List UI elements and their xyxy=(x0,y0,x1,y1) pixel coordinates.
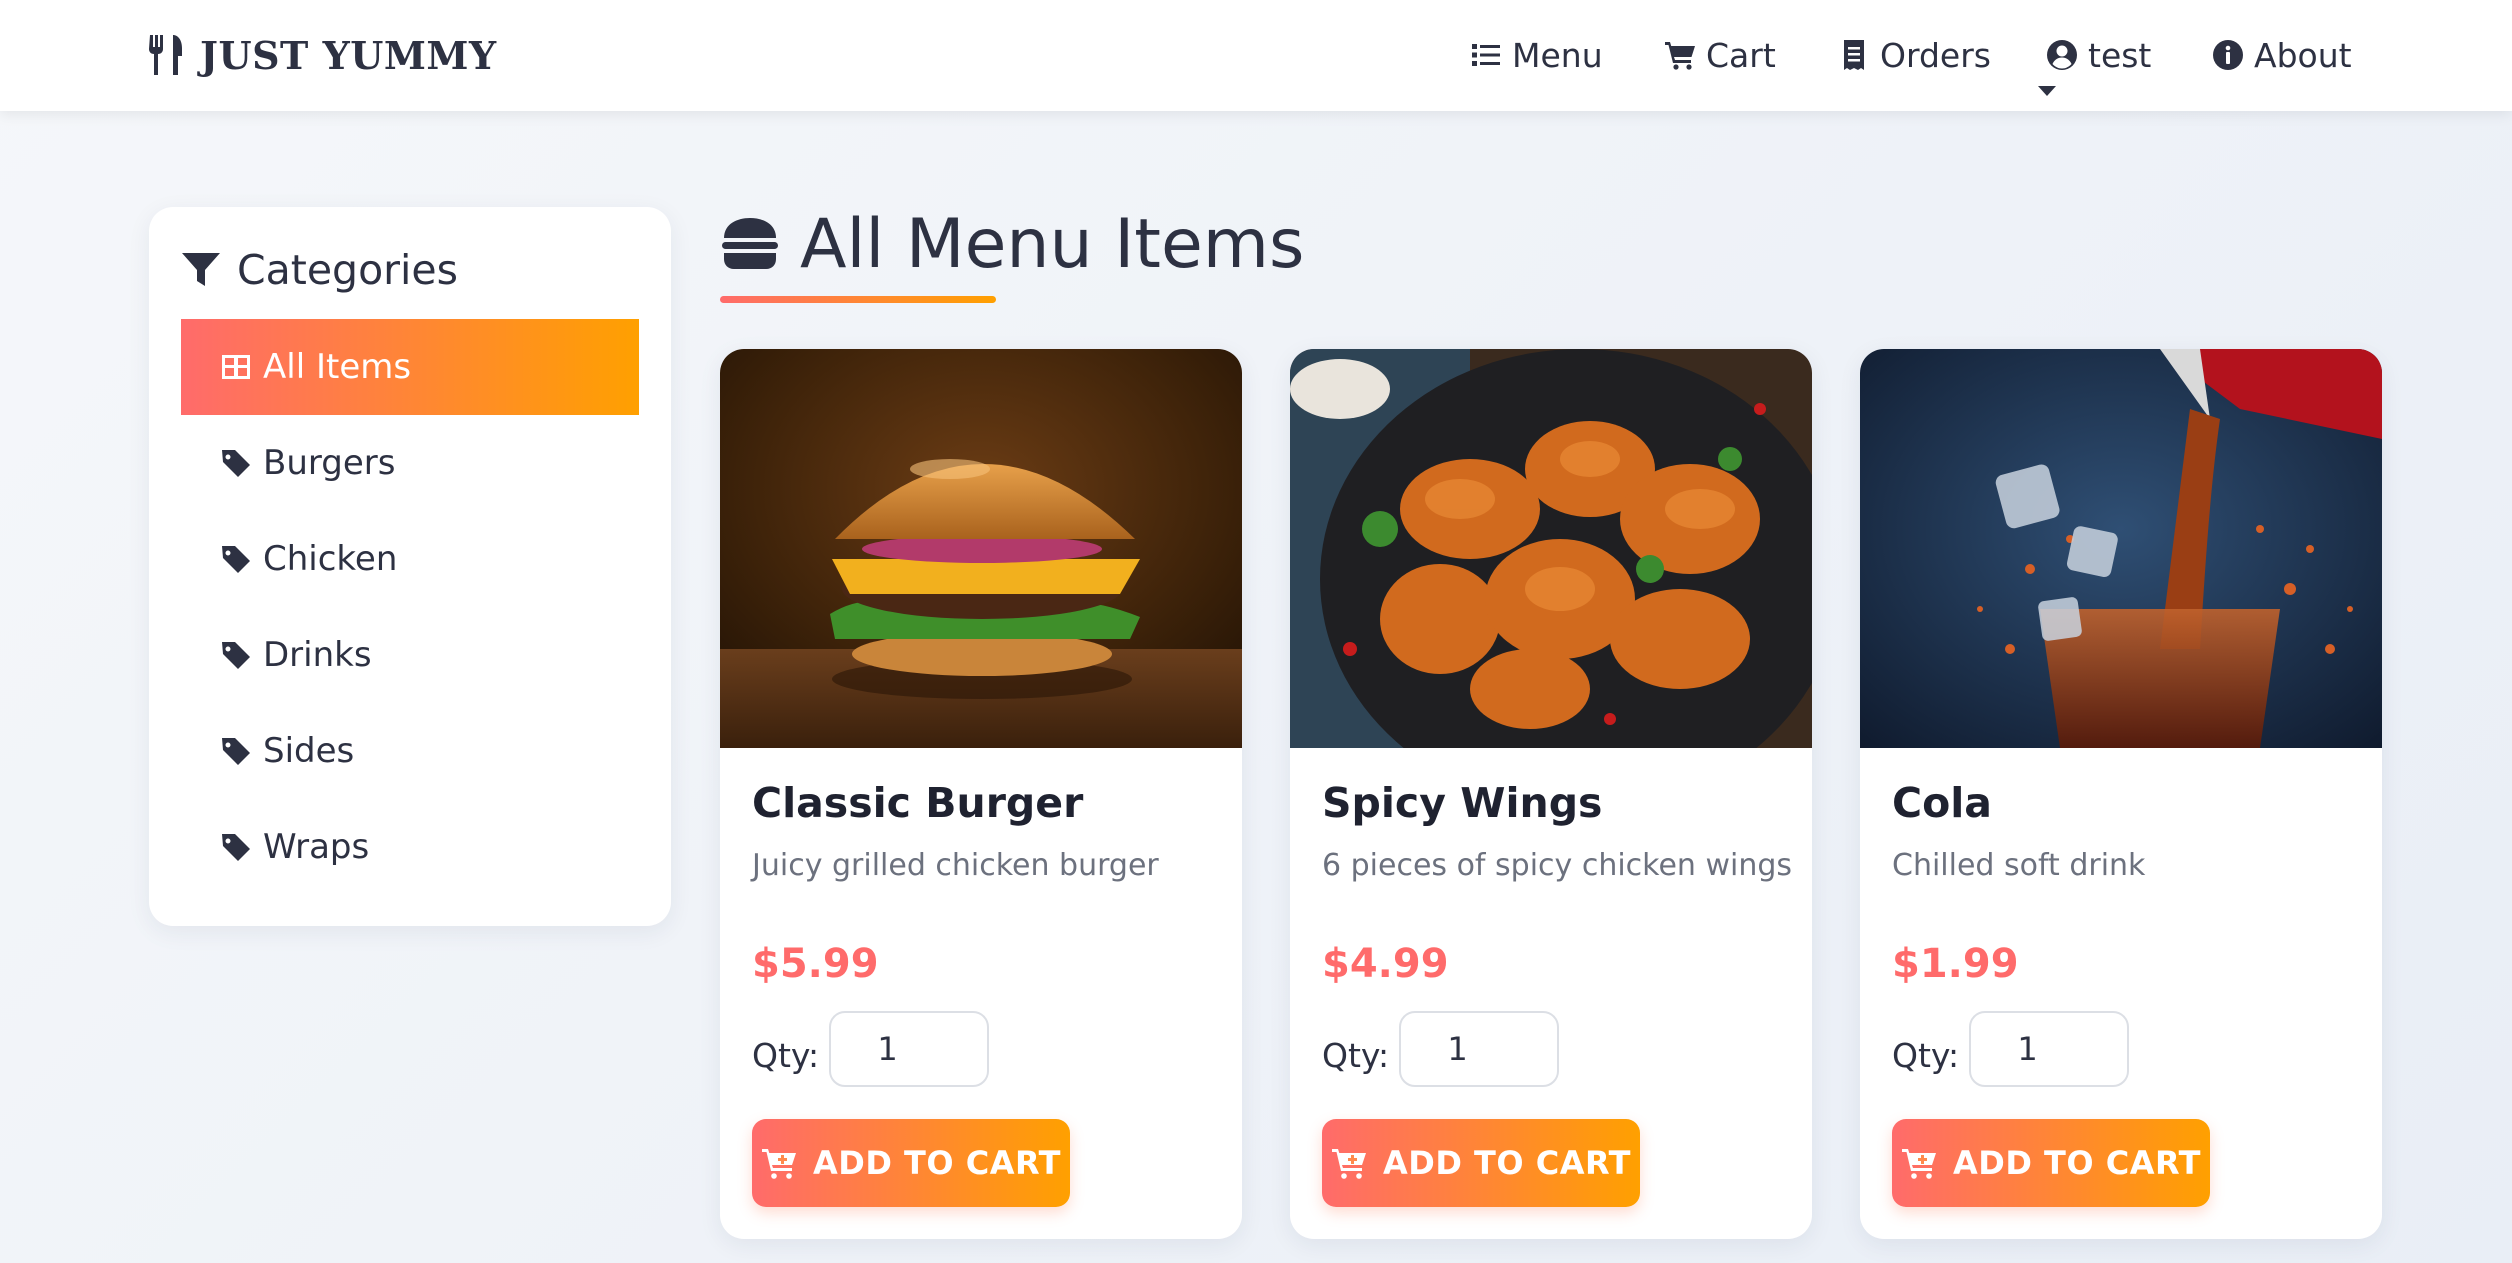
cart-plus-icon xyxy=(1332,1149,1366,1179)
add-to-cart-label: ADD TO CART xyxy=(1953,1144,2201,1182)
nav-orders-link[interactable]: Orders xyxy=(1838,30,1991,80)
tag-icon xyxy=(222,546,250,573)
sidebar-item-all-items[interactable]: All Items xyxy=(181,319,639,415)
sidebar-item-label: Chicken xyxy=(263,539,398,579)
nav-menu-link[interactable]: Menu xyxy=(1470,30,1603,80)
product-name: Cola xyxy=(1892,779,1992,827)
product-price: $1.99 xyxy=(1892,941,2019,987)
title-underline xyxy=(720,296,996,303)
nav-user-dropdown[interactable]: test xyxy=(2046,30,2151,80)
product-card: Classic Burger Juicy grilled chicken bur… xyxy=(720,349,1242,1239)
receipt-icon xyxy=(1844,40,1864,70)
sidebar-item-label: All Items xyxy=(263,347,412,387)
burger-icon xyxy=(722,218,778,269)
wings-photo xyxy=(1290,349,1812,748)
add-to-cart-label: ADD TO CART xyxy=(813,1144,1061,1182)
nav-about-label: About xyxy=(2254,35,2352,75)
list-icon xyxy=(1472,44,1500,66)
tag-icon xyxy=(222,834,250,861)
product-name: Spicy Wings xyxy=(1322,779,1603,827)
user-circle-icon xyxy=(2047,40,2077,70)
brand-name: JUST YUMMY xyxy=(200,32,497,78)
nav-user-label: test xyxy=(2088,35,2152,75)
sidebar-item-label: Sides xyxy=(263,731,355,771)
sidebar-item-label: Drinks xyxy=(263,635,372,675)
quantity-input[interactable] xyxy=(1399,1011,1559,1087)
top-navbar: JUST YUMMY Menu Cart Orders test About xyxy=(0,0,2512,111)
tag-icon xyxy=(222,642,250,669)
product-price: $4.99 xyxy=(1322,941,1449,987)
nav-cart-label: Cart xyxy=(1706,35,1776,75)
qty-label: Qty: xyxy=(1322,1035,1390,1075)
product-description: Juicy grilled chicken burger xyxy=(752,848,1159,883)
sidebar-item-chicken[interactable]: Chicken xyxy=(181,511,639,607)
page-title-label: All Menu Items xyxy=(800,204,1305,284)
info-circle-icon xyxy=(2213,40,2243,70)
sidebar-heading: Categories xyxy=(181,240,458,300)
product-image-burger[interactable] xyxy=(720,349,1242,748)
tag-icon xyxy=(222,738,250,765)
burger-photo xyxy=(720,349,1242,748)
nav-cart-link[interactable]: Cart xyxy=(1664,30,1776,80)
grid-icon xyxy=(222,355,250,379)
cart-icon xyxy=(1665,42,1695,70)
product-card: Spicy Wings 6 pieces of spicy chicken wi… xyxy=(1290,349,1812,1239)
brand-logo[interactable]: JUST YUMMY xyxy=(146,30,497,80)
quantity-input[interactable] xyxy=(829,1011,989,1087)
sidebar-item-label: Burgers xyxy=(263,443,396,483)
qty-label: Qty: xyxy=(1892,1035,1960,1075)
product-name: Classic Burger xyxy=(752,779,1084,827)
qty-label: Qty: xyxy=(752,1035,820,1075)
filter-icon xyxy=(182,253,220,286)
sidebar-item-sides[interactable]: Sides xyxy=(181,703,639,799)
page-title: All Menu Items xyxy=(720,202,1304,286)
nav-about-link[interactable]: About xyxy=(2212,30,2352,80)
cart-plus-icon xyxy=(762,1149,796,1179)
add-to-cart-button[interactable]: ADD TO CART xyxy=(752,1119,1070,1207)
sidebar-item-wraps[interactable]: Wraps xyxy=(181,799,639,895)
product-image-wings[interactable] xyxy=(1290,349,1812,748)
nav-orders-label: Orders xyxy=(1880,35,1991,75)
product-description: Chilled soft drink xyxy=(1892,848,2146,883)
categories-sidebar: Categories All Items Burgers Chicken Dri… xyxy=(149,207,671,926)
nav-menu-label: Menu xyxy=(1512,35,1603,75)
sidebar-item-burgers[interactable]: Burgers xyxy=(181,415,639,511)
product-card: Cola Chilled soft drink $1.99 Qty: ADD T… xyxy=(1860,349,2382,1239)
quantity-input[interactable] xyxy=(1969,1011,2129,1087)
cola-photo xyxy=(1860,349,2382,748)
product-description: 6 pieces of spicy chicken wings xyxy=(1322,848,1793,883)
chevron-down-icon[interactable] xyxy=(2038,86,2056,96)
product-price: $5.99 xyxy=(752,941,879,987)
utensils-icon xyxy=(149,35,182,75)
add-to-cart-button[interactable]: ADD TO CART xyxy=(1322,1119,1640,1207)
sidebar-item-drinks[interactable]: Drinks xyxy=(181,607,639,703)
cart-plus-icon xyxy=(1902,1149,1936,1179)
add-to-cart-button[interactable]: ADD TO CART xyxy=(1892,1119,2210,1207)
product-image-cola[interactable] xyxy=(1860,349,2382,748)
sidebar-title-label: Categories xyxy=(237,246,458,294)
tag-icon xyxy=(222,450,250,477)
sidebar-item-label: Wraps xyxy=(263,827,370,867)
add-to-cart-label: ADD TO CART xyxy=(1383,1144,1631,1182)
